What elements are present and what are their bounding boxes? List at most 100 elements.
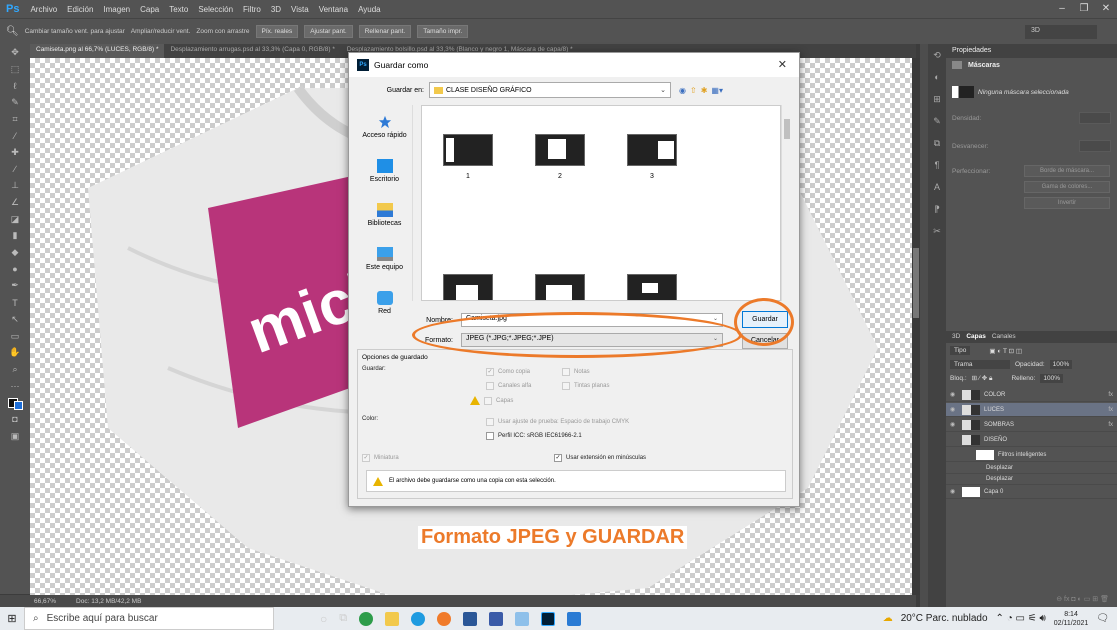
view-menu-icon[interactable]: ▦▾ bbox=[711, 86, 723, 95]
menu-ventana[interactable]: Ventana bbox=[314, 5, 353, 14]
history-brush-icon[interactable]: ∠ bbox=[0, 194, 30, 211]
close-icon[interactable]: ✕ bbox=[1095, 0, 1117, 18]
hand-tool-icon[interactable]: ✋ bbox=[0, 344, 30, 361]
canvas-scrollbar[interactable] bbox=[912, 58, 920, 595]
menu-filtro[interactable]: Filtro bbox=[238, 5, 266, 14]
blur-tool-icon[interactable]: ◆ bbox=[0, 244, 30, 261]
zoom-tool-icon[interactable]: ⌕ bbox=[0, 361, 30, 378]
menu-archivo[interactable]: Archivo bbox=[25, 5, 62, 14]
color-swatches-icon[interactable] bbox=[0, 394, 30, 411]
stamp-tool-icon[interactable]: ⊥ bbox=[0, 178, 30, 195]
tool-presets-icon[interactable]: ✂ bbox=[928, 220, 946, 242]
menu-seleccion[interactable]: Selección bbox=[193, 5, 238, 14]
file-item[interactable] bbox=[626, 274, 678, 300]
place-quick-access[interactable]: Acceso rápido bbox=[357, 105, 412, 149]
smart-filters-row[interactable]: Filtros inteligentes bbox=[946, 448, 1117, 462]
lock-icons[interactable]: ⊞ ∕ ✥ 🔒︎ bbox=[972, 374, 993, 383]
actual-pixels-button[interactable]: Píx. reales bbox=[255, 25, 299, 38]
visibility-eye-icon[interactable]: ◉ bbox=[950, 488, 958, 495]
brush-panel-icon[interactable]: ✎ bbox=[928, 110, 946, 132]
save-in-select[interactable]: CLASE DISEÑO GRÁFICO ⌄ bbox=[429, 82, 671, 98]
eraser-tool-icon[interactable]: ◪ bbox=[0, 211, 30, 228]
file-item[interactable] bbox=[442, 274, 494, 300]
clock[interactable]: 8:14 02/11/2021 bbox=[1054, 610, 1089, 628]
zoom-all-windows-check[interactable]: Ampliar/reducir vent. bbox=[131, 28, 191, 35]
clone-source-icon[interactable]: ⧉ bbox=[928, 132, 946, 154]
menu-ayuda[interactable]: Ayuda bbox=[353, 5, 386, 14]
proof-option[interactable]: Usar ajuste de prueba: Espacio de trabaj… bbox=[486, 418, 629, 426]
close-icon[interactable]: ✕ bbox=[778, 58, 787, 71]
file-list[interactable]: 1 2 3 bbox=[421, 105, 781, 301]
layer-row[interactable]: DISEÑO bbox=[946, 433, 1117, 447]
layer-kind-filter[interactable]: Tipo bbox=[950, 346, 971, 355]
eyedropper-icon[interactable]: ⁄ bbox=[0, 127, 30, 144]
zoom-tool-icon[interactable]: 🔍︎ bbox=[6, 26, 19, 37]
spot-colors-option[interactable]: Tintas planas bbox=[562, 382, 609, 390]
photos-icon[interactable] bbox=[567, 611, 582, 626]
tab-layers[interactable]: Capas bbox=[966, 333, 986, 341]
zoom-level[interactable]: 66,67% bbox=[34, 598, 56, 605]
mask-edge-button[interactable]: Borde de máscara... bbox=[1024, 165, 1110, 177]
file-item[interactable]: 1 bbox=[442, 134, 494, 186]
character-icon[interactable]: A bbox=[928, 176, 946, 198]
shape-tool-icon[interactable]: ▭ bbox=[0, 328, 30, 345]
windows-start-icon[interactable]: ⊞ bbox=[0, 612, 24, 625]
feather-app-icon[interactable] bbox=[515, 611, 530, 626]
invert-button[interactable]: Invertir bbox=[1024, 197, 1110, 209]
marquee-tool-icon[interactable]: ⬚ bbox=[0, 61, 30, 78]
menu-edicion[interactable]: Edición bbox=[62, 5, 98, 14]
workspace-select[interactable]: 3D bbox=[1025, 25, 1097, 39]
layer-row[interactable]: ◉ Capa 0 bbox=[946, 485, 1117, 499]
menu-texto[interactable]: Texto bbox=[164, 5, 193, 14]
layer-row[interactable]: ◉ LUCES fx bbox=[946, 403, 1117, 417]
print-size-button[interactable]: Tamaño impr. bbox=[417, 25, 469, 38]
edge-icon[interactable] bbox=[411, 611, 426, 626]
tab-3d[interactable]: 3D bbox=[952, 333, 960, 341]
maximize-icon[interactable]: ❐ bbox=[1073, 0, 1095, 18]
file-item[interactable]: 3 bbox=[626, 134, 678, 186]
file-explorer-icon[interactable] bbox=[385, 611, 400, 626]
dodge-tool-icon[interactable]: ● bbox=[0, 261, 30, 278]
new-folder-icon[interactable]: ✱ bbox=[701, 86, 708, 95]
menu-3d[interactable]: 3D bbox=[266, 5, 286, 14]
density-field[interactable] bbox=[1079, 112, 1111, 124]
menu-imagen[interactable]: Imagen bbox=[98, 5, 135, 14]
blend-mode[interactable]: Trama bbox=[950, 360, 1010, 369]
task-view-icon[interactable]: ⧉ bbox=[339, 612, 347, 625]
menu-vista[interactable]: Vista bbox=[286, 5, 314, 14]
visibility-eye-icon[interactable]: ◉ bbox=[950, 421, 958, 428]
resize-window-check[interactable]: Cambiar tamaño vent. para ajustar bbox=[25, 28, 125, 35]
cortana-icon[interactable]: ○ bbox=[320, 612, 327, 626]
file-list-scrollbar[interactable] bbox=[781, 105, 791, 301]
fill-value[interactable]: 100% bbox=[1040, 374, 1063, 383]
back-icon[interactable]: ◉ bbox=[679, 86, 686, 95]
fill-screen-button[interactable]: Rellenar pant. bbox=[358, 25, 412, 38]
thumbnail-option[interactable]: ✓ Miniatura bbox=[362, 454, 399, 462]
path-select-icon[interactable]: ↖ bbox=[0, 311, 30, 328]
up-folder-icon[interactable]: ⇧ bbox=[690, 86, 697, 95]
history-icon[interactable]: ⟲ bbox=[928, 44, 946, 66]
minimize-icon[interactable]: – bbox=[1051, 0, 1073, 18]
tab-channels[interactable]: Canales bbox=[992, 333, 1016, 341]
type-tool-icon[interactable]: T bbox=[0, 294, 30, 311]
layer-row[interactable]: ◉ SOMBRAS fx bbox=[946, 418, 1117, 432]
scrollbar-thumb[interactable] bbox=[913, 248, 919, 318]
place-desktop[interactable]: Escritorio bbox=[357, 149, 412, 193]
icc-profile-option[interactable]: Perfil ICC: sRGB IEC61966-2.1 bbox=[486, 432, 582, 440]
move-tool-icon[interactable]: ✥ bbox=[0, 44, 30, 61]
lasso-tool-icon[interactable]: ℓ bbox=[0, 77, 30, 94]
file-item[interactable]: 2 bbox=[534, 134, 586, 186]
tab-desplazamiento-arrugas[interactable]: Desplazamiento arrugas.psd al 33,3% (Cap… bbox=[164, 44, 340, 58]
place-this-pc[interactable]: Este equipo bbox=[357, 237, 412, 281]
quick-mask-icon[interactable]: ◘ bbox=[0, 411, 30, 428]
opacity-value[interactable]: 100% bbox=[1049, 360, 1073, 369]
word-icon[interactable] bbox=[463, 611, 478, 626]
glyphs-icon[interactable]: ⁋ bbox=[928, 198, 946, 220]
color-range-button[interactable]: Gama de colores... bbox=[1024, 181, 1110, 193]
brush-tool-icon[interactable]: ∕ bbox=[0, 161, 30, 178]
healing-brush-icon[interactable]: ✚ bbox=[0, 144, 30, 161]
photoshop-taskbar-icon[interactable] bbox=[541, 611, 556, 626]
weather-text[interactable]: 20°C Parc. nublado bbox=[901, 613, 988, 624]
scrubby-zoom-check[interactable]: Zoom con arrastre bbox=[196, 28, 249, 35]
more-tools-icon[interactable]: ⋯ bbox=[0, 378, 30, 395]
